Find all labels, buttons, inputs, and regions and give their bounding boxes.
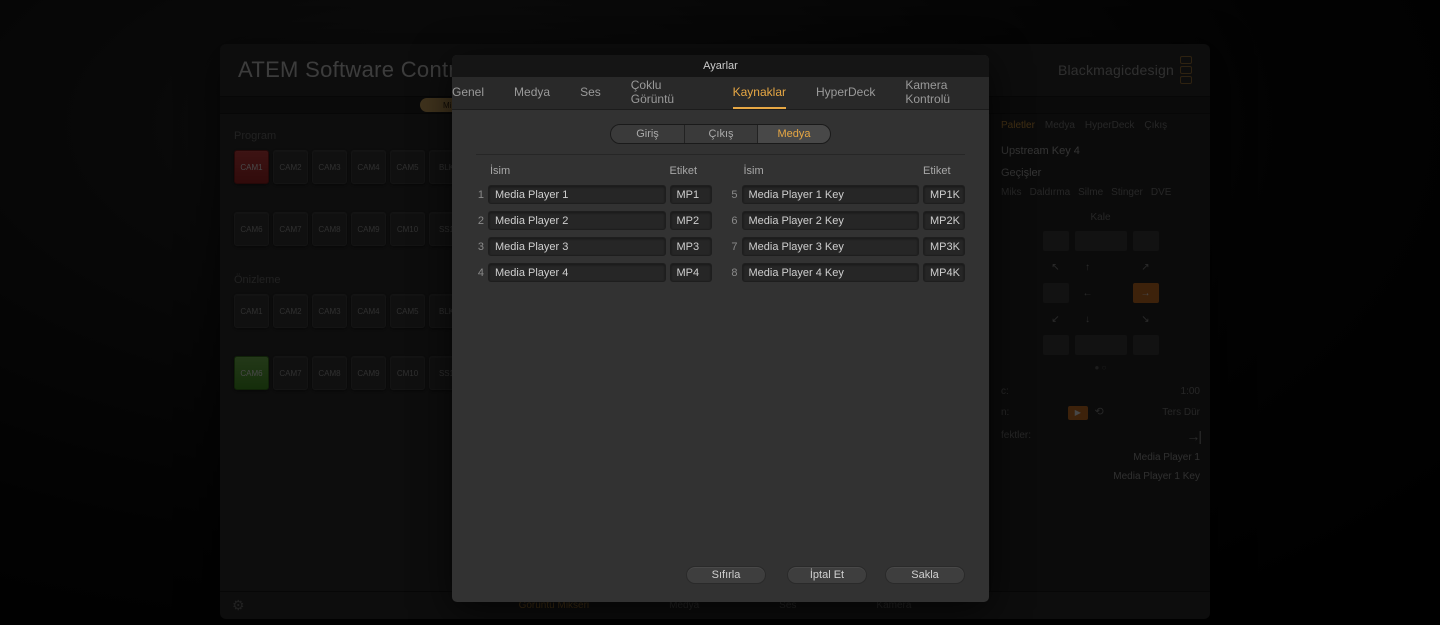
source-row: 1 Media Player 1MP1 bbox=[476, 185, 712, 204]
header-name: İsim bbox=[490, 165, 670, 177]
source-row: 6 Media Player 2 KeyMP2K bbox=[730, 211, 966, 230]
source-row: 8 Media Player 4 KeyMP4K bbox=[730, 263, 966, 282]
save-button[interactable]: Sakla bbox=[885, 566, 965, 584]
tag-field[interactable]: MP1K bbox=[923, 185, 965, 204]
row-number: 8 bbox=[730, 267, 738, 279]
tag-field[interactable]: MP3K bbox=[923, 237, 965, 256]
name-field[interactable]: Media Player 1 Key bbox=[742, 185, 920, 204]
source-columns: İsim Etiket 1 Media Player 1MP1 2 Media Pla… bbox=[452, 165, 989, 289]
tab-audio[interactable]: Ses bbox=[580, 77, 601, 109]
name-field[interactable]: Media Player 2 Key bbox=[742, 211, 920, 230]
source-row: 3 Media Player 3MP3 bbox=[476, 237, 712, 256]
name-field[interactable]: Media Player 4 Key bbox=[742, 263, 920, 282]
tag-field[interactable]: MP4 bbox=[670, 263, 712, 282]
tag-field[interactable]: MP2 bbox=[670, 211, 712, 230]
source-row: 7 Media Player 3 KeyMP3K bbox=[730, 237, 966, 256]
left-column: İsim Etiket 1 Media Player 1MP1 2 Media Pla… bbox=[476, 165, 712, 289]
tab-media[interactable]: Medya bbox=[514, 77, 550, 109]
row-number: 1 bbox=[476, 189, 484, 201]
tag-field[interactable]: MP4K bbox=[923, 263, 965, 282]
tab-hyperdeck[interactable]: HyperDeck bbox=[816, 77, 875, 109]
name-field[interactable]: Media Player 3 Key bbox=[742, 237, 920, 256]
modal-title: Ayarlar bbox=[452, 55, 989, 77]
tab-camera-control[interactable]: Kamera Kontrolü bbox=[905, 77, 989, 109]
modal-footer: Sıfırla İptal Et Sakla bbox=[452, 552, 989, 602]
name-field[interactable]: Media Player 1 bbox=[488, 185, 666, 204]
name-field[interactable]: Media Player 2 bbox=[488, 211, 666, 230]
reset-button[interactable]: Sıfırla bbox=[686, 566, 766, 584]
seg-media[interactable]: Medya bbox=[757, 125, 830, 143]
header-name: İsim bbox=[744, 165, 924, 177]
right-column: İsim Etiket 5 Media Player 1 KeyMP1K 6 Medi… bbox=[730, 165, 966, 289]
row-number: 6 bbox=[730, 215, 738, 227]
tag-field[interactable]: MP1 bbox=[670, 185, 712, 204]
tag-field[interactable]: MP3 bbox=[670, 237, 712, 256]
tab-multiview[interactable]: Çoklu Görüntü bbox=[631, 77, 703, 109]
seg-input[interactable]: Giriş bbox=[611, 125, 684, 143]
divider bbox=[476, 154, 965, 155]
header-tag: Etiket bbox=[923, 165, 965, 177]
row-number: 7 bbox=[730, 241, 738, 253]
name-field[interactable]: Media Player 3 bbox=[488, 237, 666, 256]
source-row: 5 Media Player 1 KeyMP1K bbox=[730, 185, 966, 204]
cancel-button[interactable]: İptal Et bbox=[787, 566, 867, 584]
row-number: 2 bbox=[476, 215, 484, 227]
row-number: 5 bbox=[730, 189, 738, 201]
source-row: 4 Media Player 4MP4 bbox=[476, 263, 712, 282]
settings-modal: Ayarlar Genel Medya Ses Çoklu Görüntü Ka… bbox=[452, 55, 989, 602]
modal-tabs: Genel Medya Ses Çoklu Görüntü Kaynaklar … bbox=[452, 77, 989, 110]
name-field[interactable]: Media Player 4 bbox=[488, 263, 666, 282]
header-tag: Etiket bbox=[670, 165, 712, 177]
seg-output[interactable]: Çıkış bbox=[684, 125, 757, 143]
source-row: 2 Media Player 2MP2 bbox=[476, 211, 712, 230]
tab-general[interactable]: Genel bbox=[452, 77, 484, 109]
segment-control: Giriş Çıkış Medya bbox=[452, 110, 989, 154]
tag-field[interactable]: MP2K bbox=[923, 211, 965, 230]
row-number: 4 bbox=[476, 267, 484, 279]
tab-sources[interactable]: Kaynaklar bbox=[733, 77, 786, 109]
row-number: 3 bbox=[476, 241, 484, 253]
